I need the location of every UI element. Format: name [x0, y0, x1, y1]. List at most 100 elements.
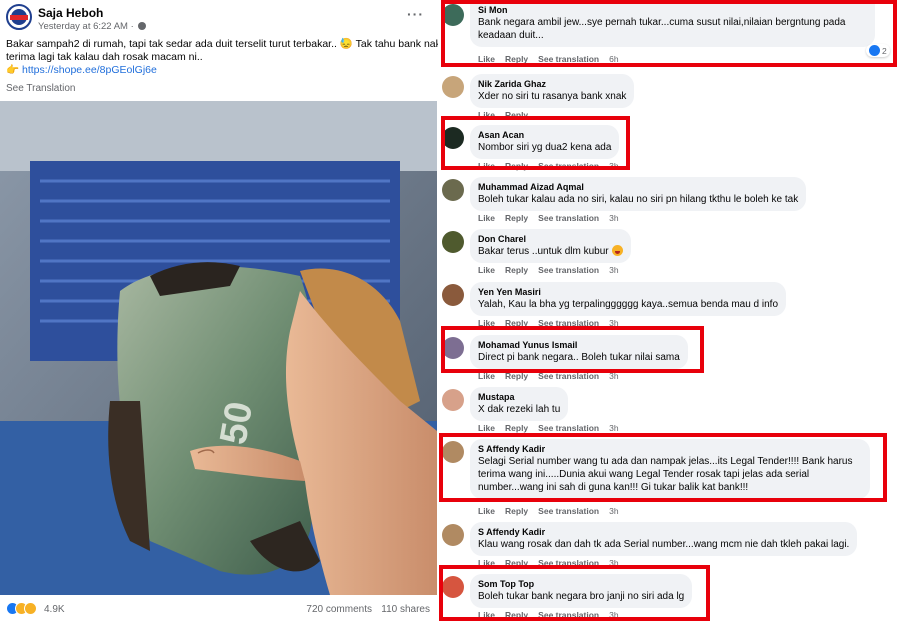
- like-button[interactable]: Like: [478, 161, 495, 171]
- avatar[interactable]: [442, 231, 464, 253]
- shares-count[interactable]: 110 shares: [381, 604, 430, 615]
- reply-button[interactable]: Reply: [505, 213, 528, 223]
- pointing-hand-icon: 👉: [6, 64, 22, 76]
- page-name[interactable]: Saja Heboh: [38, 6, 103, 20]
- comment-time[interactable]: 3h: [609, 423, 618, 433]
- comment-actions: Like Reply See translation 3h: [478, 371, 619, 381]
- reply-button[interactable]: Reply: [505, 610, 528, 620]
- post-timestamp[interactable]: Yesterday at 6:22 AM ·: [38, 21, 147, 32]
- like-button[interactable]: Like: [478, 371, 495, 381]
- like-button[interactable]: Like: [478, 423, 495, 433]
- svg-text:50: 50: [213, 399, 262, 448]
- reply-button[interactable]: Reply: [505, 110, 528, 120]
- reply-button[interactable]: Reply: [505, 371, 528, 381]
- reply-button[interactable]: Reply: [505, 54, 528, 64]
- like-button[interactable]: Like: [478, 213, 495, 223]
- comment-time[interactable]: 3h: [609, 318, 618, 328]
- see-translation-button[interactable]: See translation: [538, 318, 599, 328]
- like-button[interactable]: Like: [478, 318, 495, 328]
- avatar[interactable]: [442, 441, 464, 463]
- more-options-icon[interactable]: ···: [407, 6, 424, 22]
- comment-time[interactable]: 3h: [609, 265, 618, 275]
- like-button[interactable]: Like: [478, 610, 495, 620]
- see-translation-link[interactable]: See Translation: [6, 83, 76, 94]
- comment-bubble: Mohamad Yunus Ismail Direct pi bank nega…: [470, 335, 688, 369]
- page-avatar[interactable]: [6, 4, 32, 30]
- reaction-count: 4.9K: [44, 604, 65, 615]
- comment-text: Boleh tukar bank negara bro janji no sir…: [478, 591, 685, 602]
- wow-reaction-icon: [24, 602, 37, 615]
- comment-time[interactable]: 3h: [609, 371, 618, 381]
- reply-button[interactable]: Reply: [505, 318, 528, 328]
- post-caption: Bakar sampah2 di rumah, tapi tak sedar a…: [6, 38, 441, 77]
- comment-time[interactable]: 3h: [609, 558, 618, 568]
- comment-bubble: Si Mon Bank negara ambil jew...sye perna…: [470, 0, 875, 47]
- like-button[interactable]: Like: [478, 558, 495, 568]
- caption-line: terima lagi tak kalau dah rosak macam ni…: [6, 51, 203, 63]
- avatar[interactable]: [442, 284, 464, 306]
- comment-text: Nombor siri yg dua2 kena ada: [478, 142, 612, 153]
- see-translation-button[interactable]: See translation: [538, 558, 599, 568]
- commenter-name[interactable]: Mustapa: [478, 391, 560, 403]
- facebook-post: Saja Heboh Yesterday at 6:22 AM · ··· Ba…: [0, 0, 441, 623]
- commenter-name[interactable]: Yen Yen Masiri: [478, 286, 778, 298]
- see-translation-button[interactable]: See translation: [538, 54, 599, 64]
- reply-button[interactable]: Reply: [505, 161, 528, 171]
- globe-icon: [138, 22, 147, 30]
- comment-like-count[interactable]: 2: [866, 44, 890, 57]
- avatar[interactable]: [442, 389, 464, 411]
- avatar[interactable]: [442, 179, 464, 201]
- comment-actions: Like Reply See translation 3h: [478, 265, 619, 275]
- burnt-money-photo: 50: [0, 101, 437, 595]
- reply-button[interactable]: Reply: [505, 506, 528, 516]
- reply-button[interactable]: Reply: [505, 265, 528, 275]
- comment-text: Bakar terus ..untuk dlm kubur: [478, 245, 623, 258]
- post-time[interactable]: Yesterday at 6:22 AM: [38, 21, 128, 32]
- commenter-name[interactable]: Si Mon: [478, 4, 867, 16]
- comments-panel: Si Mon Bank negara ambil jew...sye perna…: [438, 0, 900, 623]
- see-translation-button[interactable]: See translation: [538, 506, 599, 516]
- commenter-name[interactable]: Som Top Top: [478, 578, 684, 590]
- reply-button[interactable]: Reply: [505, 423, 528, 433]
- avatar[interactable]: [442, 576, 464, 598]
- see-translation-button[interactable]: See translation: [538, 610, 599, 620]
- comment-time[interactable]: 6h: [609, 54, 618, 64]
- comment-actions: Like Reply See translation 3h: [478, 423, 619, 433]
- commenter-name[interactable]: Asan Acan: [478, 129, 611, 141]
- comment-bubble: Mustapa X dak rezeki lah tu: [470, 387, 569, 421]
- see-translation-button[interactable]: See translation: [538, 213, 599, 223]
- see-translation-button[interactable]: See translation: [538, 265, 599, 275]
- avatar[interactable]: [442, 4, 464, 26]
- comment-bubble: Som Top Top Boleh tukar bank negara bro …: [470, 574, 693, 608]
- like-button[interactable]: Like: [478, 54, 495, 64]
- like-button[interactable]: Like: [478, 110, 495, 120]
- comment-actions: Like Reply See translation 3h: [478, 318, 619, 328]
- comment-time[interactable]: 3h: [609, 213, 618, 223]
- avatar[interactable]: [442, 337, 464, 359]
- commenter-name[interactable]: S Affendy Kadir: [478, 526, 849, 538]
- comment-text: Xder no siri tu rasanya bank xnak: [478, 91, 627, 102]
- comment-time[interactable]: 3h: [609, 610, 618, 620]
- avatar[interactable]: [442, 127, 464, 149]
- comment-time[interactable]: 3h: [609, 161, 618, 171]
- like-button[interactable]: Like: [478, 265, 495, 275]
- see-translation-button[interactable]: See translation: [538, 423, 599, 433]
- avatar[interactable]: [442, 524, 464, 546]
- comment-time[interactable]: 3h: [609, 506, 618, 516]
- reply-button[interactable]: Reply: [505, 558, 528, 568]
- commenter-name[interactable]: Muhammad Aizad Aqmal: [478, 181, 798, 193]
- shopee-link[interactable]: https://shope.ee/8pGEolGj6e: [22, 64, 157, 76]
- like-button[interactable]: Like: [478, 506, 495, 516]
- see-translation-button[interactable]: See translation: [538, 371, 599, 381]
- post-photo[interactable]: 50: [0, 101, 437, 595]
- see-translation-button[interactable]: See translation: [538, 161, 599, 171]
- commenter-name[interactable]: Mohamad Yunus Ismail: [478, 339, 680, 351]
- commenter-name[interactable]: Don Charel: [478, 233, 623, 245]
- commenter-name[interactable]: Nik Zarida Ghaz: [478, 78, 626, 90]
- comment-text: Direct pi bank negara.. Boleh tukar nila…: [478, 352, 680, 363]
- commenter-name[interactable]: S Affendy Kadir: [478, 443, 862, 455]
- comment-bubble: Don Charel Bakar terus ..untuk dlm kubur: [470, 229, 631, 263]
- avatar[interactable]: [442, 76, 464, 98]
- comments-count[interactable]: 720 comments: [306, 604, 372, 615]
- comment-actions: Like Reply: [478, 110, 538, 120]
